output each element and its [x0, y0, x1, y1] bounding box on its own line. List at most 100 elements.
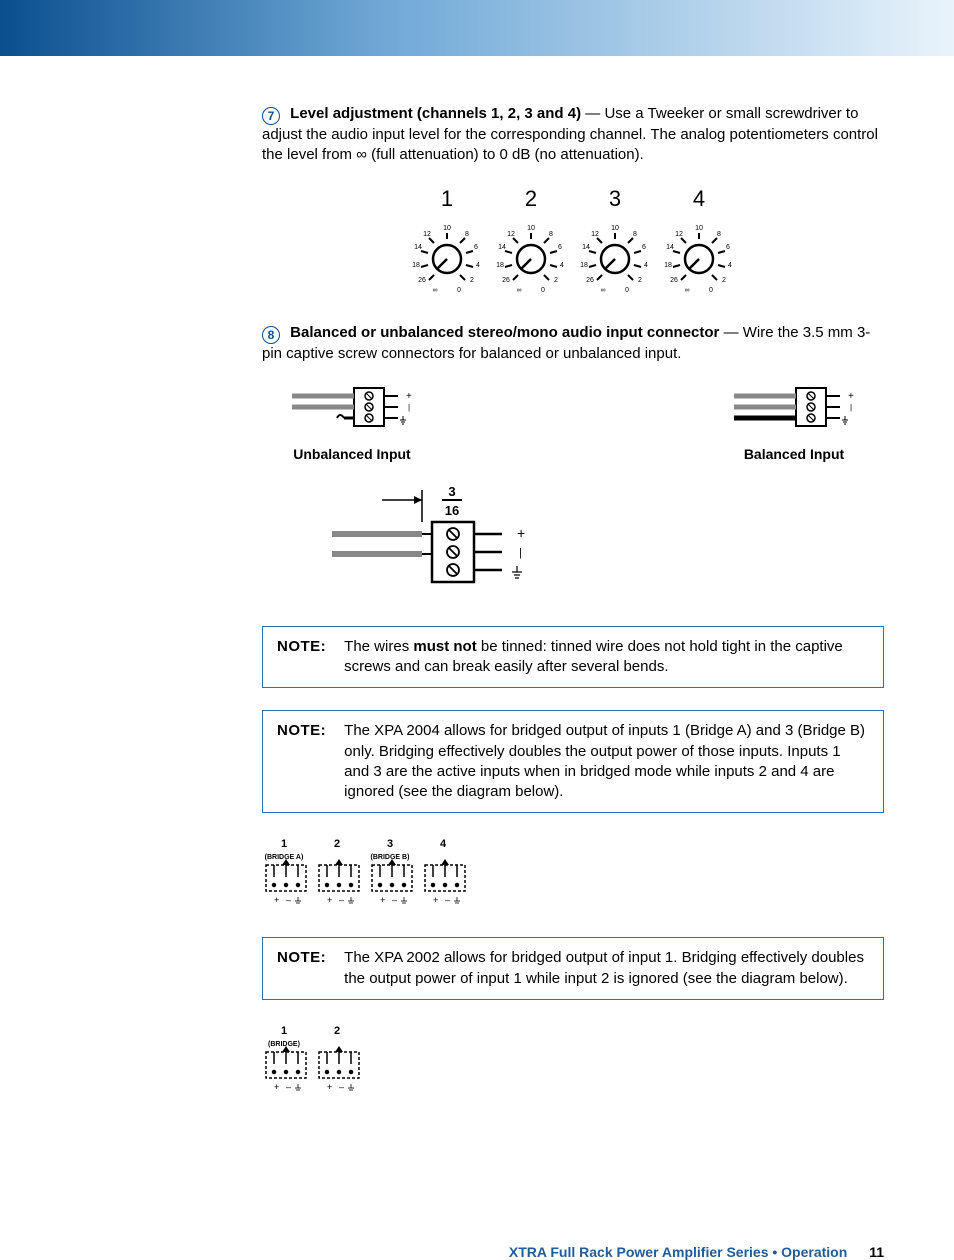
svg-text:26: 26	[586, 277, 594, 284]
svg-text:6: 6	[474, 244, 478, 251]
note1-bold: must not	[413, 638, 476, 655]
svg-text:0: 0	[541, 287, 545, 294]
note-text: The XPA 2004 allows for bridged output o…	[344, 721, 869, 802]
item-audio-input-connector: 8 Balanced or unbalanced stereo/mono aud…	[262, 323, 884, 364]
page-content: 7 Level adjustment (channels 1, 2, 3 and…	[0, 56, 954, 1184]
svg-text:0: 0	[625, 287, 629, 294]
svg-text:10: 10	[611, 225, 619, 232]
note-tinned-wires: NOTE: The wires must not be tinned: tinn…	[262, 626, 884, 689]
dial-label: 3	[575, 184, 655, 214]
connector-strip-icon: 3 16 + |	[322, 482, 542, 592]
svg-text:(BRIDGE B): (BRIDGE B)	[371, 854, 410, 861]
svg-text:26: 26	[670, 277, 678, 284]
svg-text:–: –	[445, 895, 450, 905]
svg-text:12: 12	[591, 231, 599, 238]
dial-2: 2 10128 146184 262∞0	[491, 184, 571, 296]
svg-text:8: 8	[465, 231, 469, 238]
svg-text:8: 8	[549, 231, 553, 238]
svg-text:14: 14	[498, 244, 506, 251]
svg-text:18: 18	[580, 262, 588, 269]
svg-text:10: 10	[527, 225, 535, 232]
balanced-caption: Balanced Input	[724, 445, 864, 464]
svg-text:16: 16	[445, 503, 459, 518]
potentiometer-icon: 10128 146184 262∞0	[659, 215, 739, 295]
note-xpa2002: NOTE: The XPA 2002 allows for bridged ou…	[262, 937, 884, 1000]
page-footer: XTRA Full Rack Power Amplifier Series • …	[0, 1244, 954, 1260]
svg-text:12: 12	[675, 231, 683, 238]
note-label: NOTE:	[277, 637, 326, 678]
item7-sep: —	[581, 105, 604, 122]
bridge4-diagram: 1 2 3 4 (BRIDGE A) (BRIDGE B)	[262, 835, 884, 915]
svg-text:14: 14	[414, 244, 422, 251]
svg-text:|: |	[408, 403, 410, 412]
dial-label: 4	[659, 184, 739, 214]
bullet-circle-8: 8	[262, 326, 280, 344]
bridge2-icon: 1 2 (BRIDGE) +–	[262, 1022, 382, 1102]
svg-text:–: –	[392, 895, 397, 905]
svg-text:+: +	[274, 1082, 279, 1092]
svg-text:3: 3	[387, 838, 393, 850]
svg-text:10: 10	[695, 225, 703, 232]
svg-text:0: 0	[709, 287, 713, 294]
svg-text:2: 2	[722, 277, 726, 284]
svg-text:+: +	[433, 895, 438, 905]
dial-label: 2	[491, 184, 571, 214]
svg-text:2: 2	[334, 1025, 340, 1037]
svg-text:0: 0	[457, 287, 461, 294]
infinity-symbol: ∞	[356, 146, 367, 163]
svg-text:4: 4	[440, 838, 447, 850]
svg-text:–: –	[286, 895, 291, 905]
item8-title: Balanced or unbalanced stereo/mono audio…	[290, 324, 719, 341]
svg-text:18: 18	[412, 262, 420, 269]
svg-text:|: |	[850, 403, 852, 412]
svg-text:–: –	[339, 895, 344, 905]
dial-1: 1 10 128 146 184 262 ∞0	[407, 184, 487, 296]
svg-text:∞: ∞	[685, 287, 690, 294]
svg-text:12: 12	[423, 231, 431, 238]
svg-text:10: 10	[443, 225, 451, 232]
connector-strip-diagram: 3 16 + |	[322, 482, 884, 598]
svg-text:∞: ∞	[517, 287, 522, 294]
svg-text:2: 2	[638, 277, 642, 284]
svg-text:4: 4	[476, 262, 480, 269]
page-number: 11	[869, 1244, 884, 1260]
svg-text:6: 6	[642, 244, 646, 251]
potentiometer-icon: 10128 146184 262∞0	[575, 215, 655, 295]
svg-text:+: +	[327, 1082, 332, 1092]
svg-text:3: 3	[448, 484, 455, 499]
svg-text:+: +	[274, 895, 279, 905]
svg-text:(BRIDGE A): (BRIDGE A)	[265, 854, 304, 861]
item7-title: Level adjustment (channels 1, 2, 3 and 4…	[290, 105, 581, 122]
footer-line: XTRA Full Rack Power Amplifier Series • …	[509, 1244, 847, 1260]
note-xpa2004: NOTE: The XPA 2004 allows for bridged ou…	[262, 710, 884, 813]
svg-text:14: 14	[666, 244, 674, 251]
svg-text:6: 6	[558, 244, 562, 251]
svg-text:–: –	[286, 1082, 291, 1092]
potentiometer-icon: 10128 146184 262∞0	[491, 215, 571, 295]
note-text: The wires must not be tinned: tinned wir…	[344, 637, 869, 678]
svg-text:∞: ∞	[433, 287, 438, 294]
svg-text:6: 6	[726, 244, 730, 251]
connector-balanced-icon: + |	[724, 382, 864, 432]
svg-text:–: –	[339, 1082, 344, 1092]
svg-text:2: 2	[334, 838, 340, 850]
dial-4: 4 10128 146184 262∞0	[659, 184, 739, 296]
header-gradient-bar	[0, 0, 954, 56]
svg-text:2: 2	[470, 277, 474, 284]
svg-text:12: 12	[507, 231, 515, 238]
svg-text:1: 1	[281, 838, 287, 850]
dial-label: 1	[407, 184, 487, 214]
svg-text:8: 8	[633, 231, 637, 238]
svg-text:+: +	[517, 525, 525, 541]
svg-text:1: 1	[281, 1025, 287, 1037]
svg-text:+: +	[327, 895, 332, 905]
svg-text:26: 26	[502, 277, 510, 284]
svg-text:4: 4	[728, 262, 732, 269]
item-level-adjustment: 7 Level adjustment (channels 1, 2, 3 and…	[262, 104, 884, 166]
svg-text:+: +	[406, 391, 412, 402]
unbalanced-input-block: + | Unbalanced Input	[282, 382, 422, 463]
connector-unbalanced-icon: + |	[282, 382, 422, 432]
svg-text:14: 14	[582, 244, 590, 251]
svg-text:18: 18	[664, 262, 672, 269]
bridge4-icon: 1 2 3 4 (BRIDGE A) (BRIDGE B)	[262, 835, 482, 915]
